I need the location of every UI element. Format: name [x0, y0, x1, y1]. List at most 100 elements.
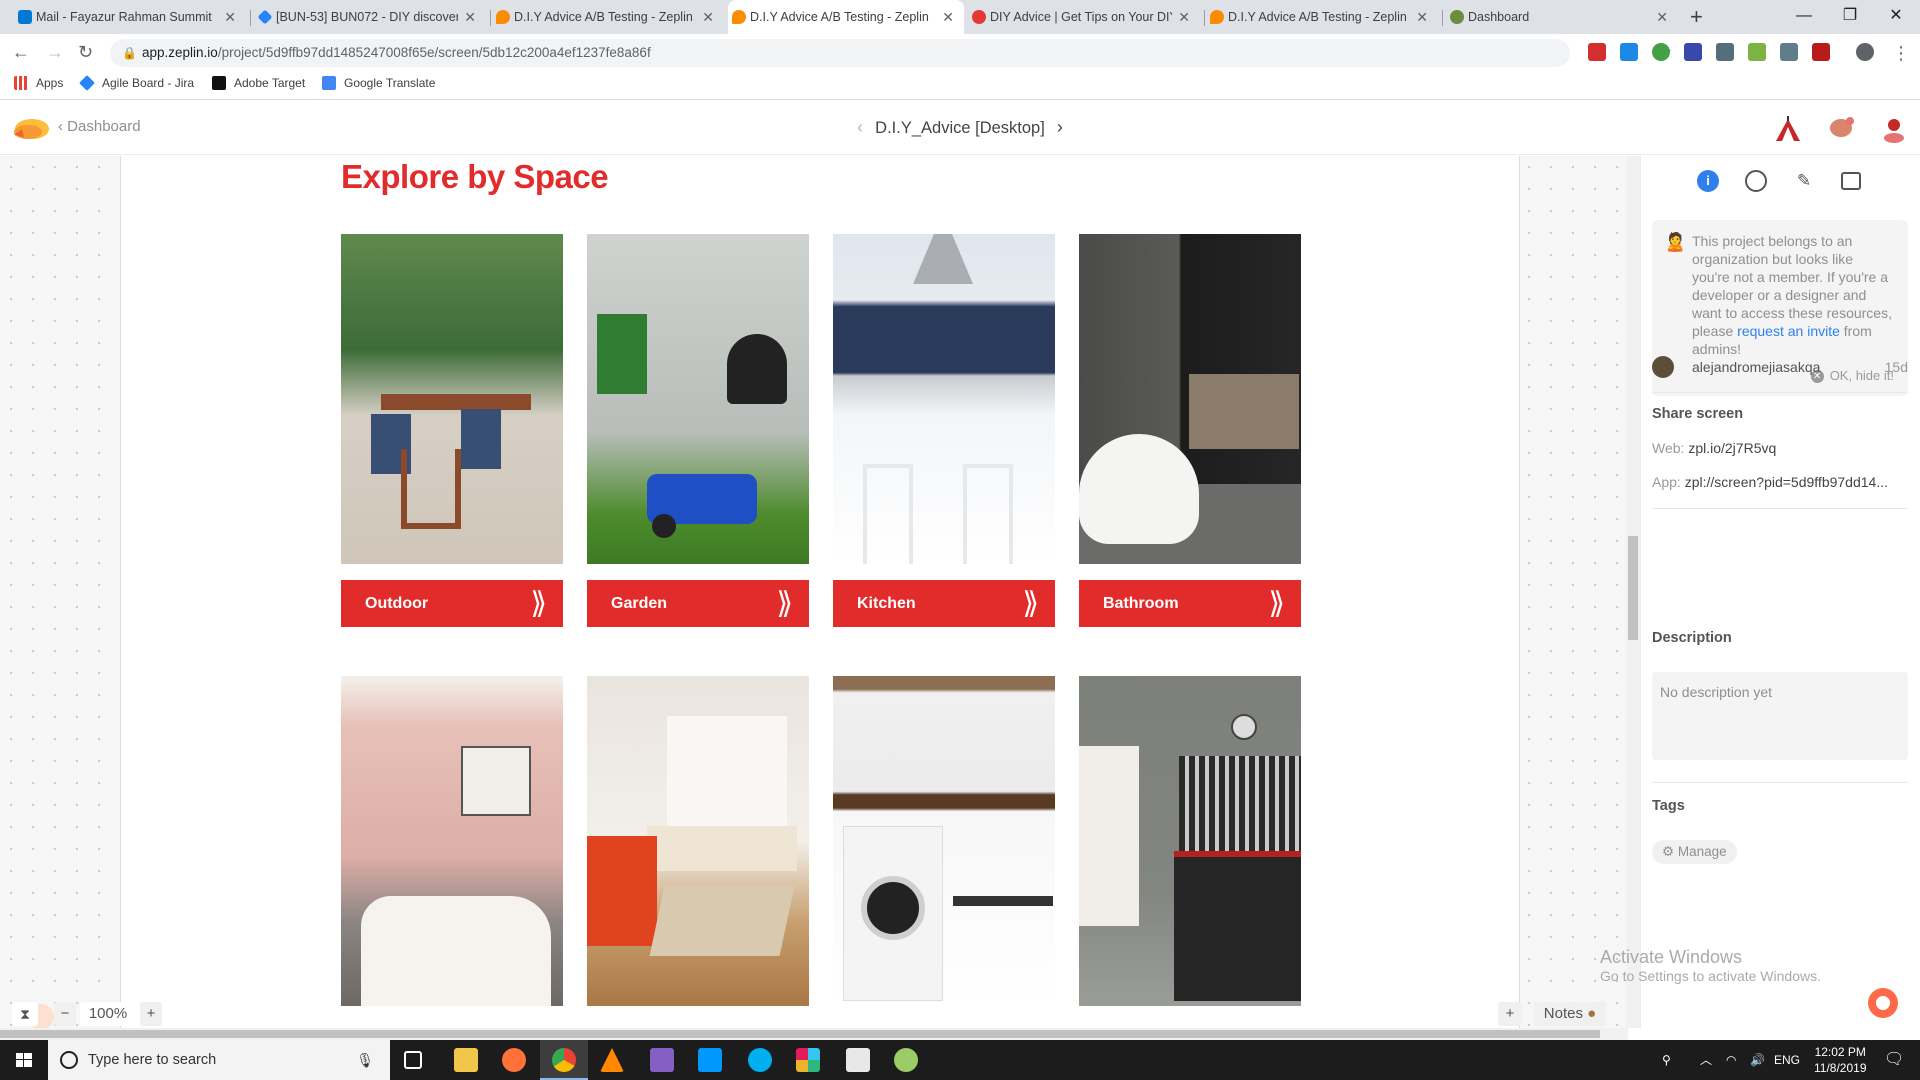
vlc-icon[interactable]: [600, 1048, 624, 1072]
notifications-icon[interactable]: [1828, 115, 1856, 143]
taskbar-clock[interactable]: 12:02 PM 11/8/2019: [1814, 1044, 1867, 1076]
close-tab-icon[interactable]: ✕: [702, 9, 714, 26]
photos-icon[interactable]: [846, 1048, 870, 1072]
browser-tab[interactable]: Mail - Fayazur Rahman Summit ✕: [14, 0, 246, 34]
category-card-garage[interactable]: [1079, 676, 1301, 1006]
back-button[interactable]: ←: [12, 40, 30, 64]
comment-icon[interactable]: [1841, 172, 1861, 190]
pencil-icon[interactable]: ✎: [1793, 170, 1815, 192]
url-field[interactable]: 🔒 app.zeplin.io/project/5d9ffb97dd148524…: [110, 39, 1672, 67]
close-window-button[interactable]: ✕: [1876, 4, 1916, 28]
add-note-button[interactable]: +: [1498, 1002, 1522, 1026]
kitchen-button[interactable]: Kitchen ⟫: [833, 580, 1055, 627]
horizontal-scrollbar[interactable]: [0, 1028, 1628, 1040]
request-invite-link[interactable]: request an invite: [1737, 323, 1840, 339]
category-card-bedroom[interactable]: [341, 676, 563, 1006]
restore-button[interactable]: ❐: [1830, 4, 1870, 28]
category-card-garden[interactable]: Garden ⟫: [587, 234, 809, 627]
circus-tent-icon[interactable]: [1774, 115, 1802, 143]
web-link-row[interactable]: Web: zpl.io/2j7R5vq: [1652, 440, 1776, 456]
profile-avatar-icon[interactable]: [1856, 43, 1874, 61]
volume-icon[interactable]: 🔊: [1750, 1040, 1765, 1080]
extension-icon[interactable]: [1620, 43, 1638, 61]
info-icon[interactable]: i: [1697, 170, 1719, 192]
close-tab-icon[interactable]: ✕: [1178, 9, 1190, 26]
zoom-in-button[interactable]: +: [140, 1002, 162, 1026]
bathroom-button[interactable]: Bathroom ⟫: [1079, 580, 1301, 627]
garden-photo: [587, 234, 809, 564]
scroll-thumb[interactable]: [0, 1030, 1600, 1038]
bookmark-jira[interactable]: Agile Board - Jira: [79, 75, 194, 91]
category-card-laundry[interactable]: [833, 676, 1055, 1006]
vertical-scrollbar[interactable]: [1626, 156, 1640, 1028]
tray-expand-icon[interactable]: ︿: [1700, 1040, 1712, 1080]
category-card-bathroom[interactable]: Bathroom ⟫: [1079, 234, 1301, 627]
user-avatar[interactable]: [1880, 115, 1908, 143]
category-card-kitchen[interactable]: Kitchen ⟫: [833, 234, 1055, 627]
new-tab-button[interactable]: +: [1690, 4, 1703, 30]
bookmark-apps[interactable]: Apps: [14, 76, 63, 90]
close-tab-icon[interactable]: ✕: [224, 9, 236, 26]
extension-icon[interactable]: [1684, 43, 1702, 61]
zeplin-canvas[interactable]: Explore by Space Outdoor ⟫ Garden ⟫ Kitc…: [0, 156, 1628, 1028]
extension-icon[interactable]: [1716, 43, 1734, 61]
notes-button[interactable]: Notes ●: [1534, 1002, 1606, 1026]
browser-tab[interactable]: DIY Advice | Get Tips on Your DIY ✕: [968, 0, 1200, 34]
bookmark-google-translate[interactable]: Google Translate: [322, 76, 435, 90]
firefox-icon[interactable]: [502, 1048, 526, 1072]
zoom-out-button[interactable]: −: [54, 1002, 76, 1026]
category-card-outdoor[interactable]: Outdoor ⟫: [341, 234, 563, 627]
previous-screen-icon[interactable]: ‹: [857, 117, 863, 137]
extension-icon[interactable]: [1588, 43, 1606, 61]
minimize-button[interactable]: —: [1784, 4, 1824, 28]
zeplin-header: ‹ Dashboard ‹ D.I.Y_Advice [Desktop] ›: [0, 101, 1920, 155]
browser-tab-active[interactable]: D.I.Y Advice A/B Testing - Zeplin ✕: [728, 0, 964, 34]
extension-icon[interactable]: [1748, 43, 1766, 61]
extension-icon[interactable]: [1780, 43, 1798, 61]
notification-center-icon[interactable]: 🗨: [1884, 1040, 1904, 1080]
divider: [1652, 508, 1908, 509]
wifi-icon[interactable]: ◠: [1726, 1040, 1736, 1080]
browser-menu-icon[interactable]: ⋮: [1892, 41, 1910, 65]
browser-tab[interactable]: [BUN-53] BUN072 - DIY discover ✕: [254, 0, 486, 34]
reload-button[interactable]: ↻: [78, 40, 93, 64]
help-lifebuoy-icon[interactable]: [1868, 988, 1898, 1018]
paint-icon[interactable]: [894, 1048, 918, 1072]
description-field[interactable]: No description yet: [1652, 672, 1908, 760]
category-card-living-room[interactable]: [587, 676, 809, 1006]
microphone-icon[interactable]: 🎙: [356, 1040, 374, 1080]
zoom-level[interactable]: 100%: [80, 1002, 136, 1026]
extension-icon[interactable]: [1652, 43, 1670, 61]
file-explorer-icon[interactable]: [454, 1048, 478, 1072]
garden-button[interactable]: Garden ⟫: [587, 580, 809, 627]
manage-tags-button[interactable]: ⚙ Manage: [1652, 840, 1737, 864]
component-icon[interactable]: [1745, 170, 1767, 192]
timer-icon[interactable]: ⧗: [12, 1002, 38, 1026]
close-tab-icon[interactable]: ✕: [464, 9, 476, 26]
browser-tab[interactable]: D.I.Y Advice A/B Testing - Zeplin ✕: [492, 0, 724, 34]
browser-tab[interactable]: D.I.Y Advice A/B Testing - Zeplin ✕: [1206, 0, 1438, 34]
taskbar-search-input[interactable]: Type here to search 🎙: [48, 1040, 390, 1080]
browser-tab[interactable]: Dashboard ✕: [1446, 0, 1678, 34]
close-tab-icon[interactable]: ✕: [942, 9, 954, 26]
visual-studio-icon[interactable]: [650, 1048, 674, 1072]
bookmark-adobe-target[interactable]: Adobe Target: [212, 76, 305, 90]
vscode-icon[interactable]: [698, 1048, 722, 1072]
close-tab-icon[interactable]: ✕: [1656, 9, 1668, 26]
people-icon[interactable]: ⚲: [1662, 1040, 1671, 1080]
app-link-row[interactable]: App: zpl://screen?pid=5d9ffb97dd14...: [1652, 474, 1912, 490]
close-tab-icon[interactable]: ✕: [1416, 9, 1428, 26]
chrome-icon[interactable]: [552, 1048, 576, 1072]
next-screen-icon[interactable]: ›: [1057, 117, 1063, 137]
windows-start-icon[interactable]: [0, 1040, 48, 1080]
language-indicator[interactable]: ENG: [1774, 1040, 1800, 1080]
extension-icon[interactable]: [1812, 43, 1830, 61]
task-view-icon[interactable]: [404, 1051, 422, 1069]
slack-icon[interactable]: [796, 1048, 820, 1072]
forward-button[interactable]: →: [46, 40, 64, 64]
skype-icon[interactable]: [748, 1048, 772, 1072]
screen-info-panel: i ✎ 🙎 This project belongs to an organiz…: [1640, 156, 1920, 1028]
jira-icon: [79, 75, 95, 91]
scroll-thumb[interactable]: [1628, 536, 1638, 640]
outdoor-button[interactable]: Outdoor ⟫: [341, 580, 563, 627]
